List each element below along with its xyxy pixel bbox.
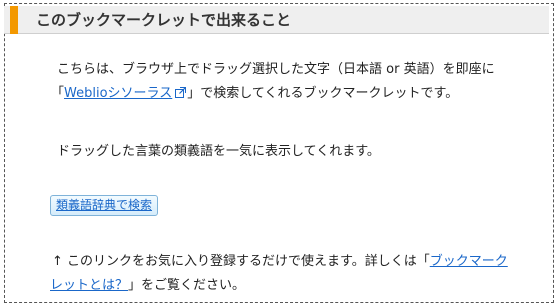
usage-line-1: ↑ このリンクをお気に入り登録するだけで使えます。詳しくは「ブックマーク	[52, 250, 508, 274]
intro-line-2: 「Weblioシソーラス 」で検索してくれるブックマークレットです。	[51, 82, 495, 106]
weblio-thesaurus-link[interactable]: Weblioシソーラス	[64, 86, 187, 101]
intro-line-1: こちらは、ブラウザ上でドラッグ選択した文字（日本語 or 英語）を即座に	[57, 62, 495, 77]
usage-line-2: レットとは？」をご覧ください。	[50, 274, 508, 298]
external-link-icon	[175, 87, 187, 98]
intro-open-bracket: 「	[51, 86, 65, 101]
usage-tail: 」をご覧ください。	[128, 278, 246, 293]
usage-paragraph: ↑ このリンクをお気に入り登録するだけで使えます。詳しくは「ブックマーク レット…	[50, 250, 508, 298]
usage-text: ↑ このリンクをお気に入り登録するだけで使えます。詳しくは「	[52, 254, 430, 269]
bookmarklet-help-link[interactable]: ブックマーク	[430, 254, 508, 269]
intro-paragraph: こちらは、ブラウザ上でドラッグ選択した文字（日本語 or 英語）を即座に 「We…	[51, 58, 495, 106]
section-header: このブックマークレットで出来ること	[4, 6, 549, 34]
weblio-thesaurus-link-label: Weblioシソーラス	[64, 86, 173, 101]
section-title: このブックマークレットで出来ること	[36, 11, 292, 29]
header-accent-bar	[10, 6, 18, 34]
bookmarklet-help-link-continued[interactable]: レットとは？	[50, 278, 128, 293]
bookmarklet-button[interactable]: 類義語辞典で検索	[50, 195, 159, 216]
intro-tail: 」で検索してくれるブックマークレットです。	[187, 86, 459, 101]
description-text: ドラッグした言葉の類義語を一気に表示してくれます。	[57, 144, 380, 159]
